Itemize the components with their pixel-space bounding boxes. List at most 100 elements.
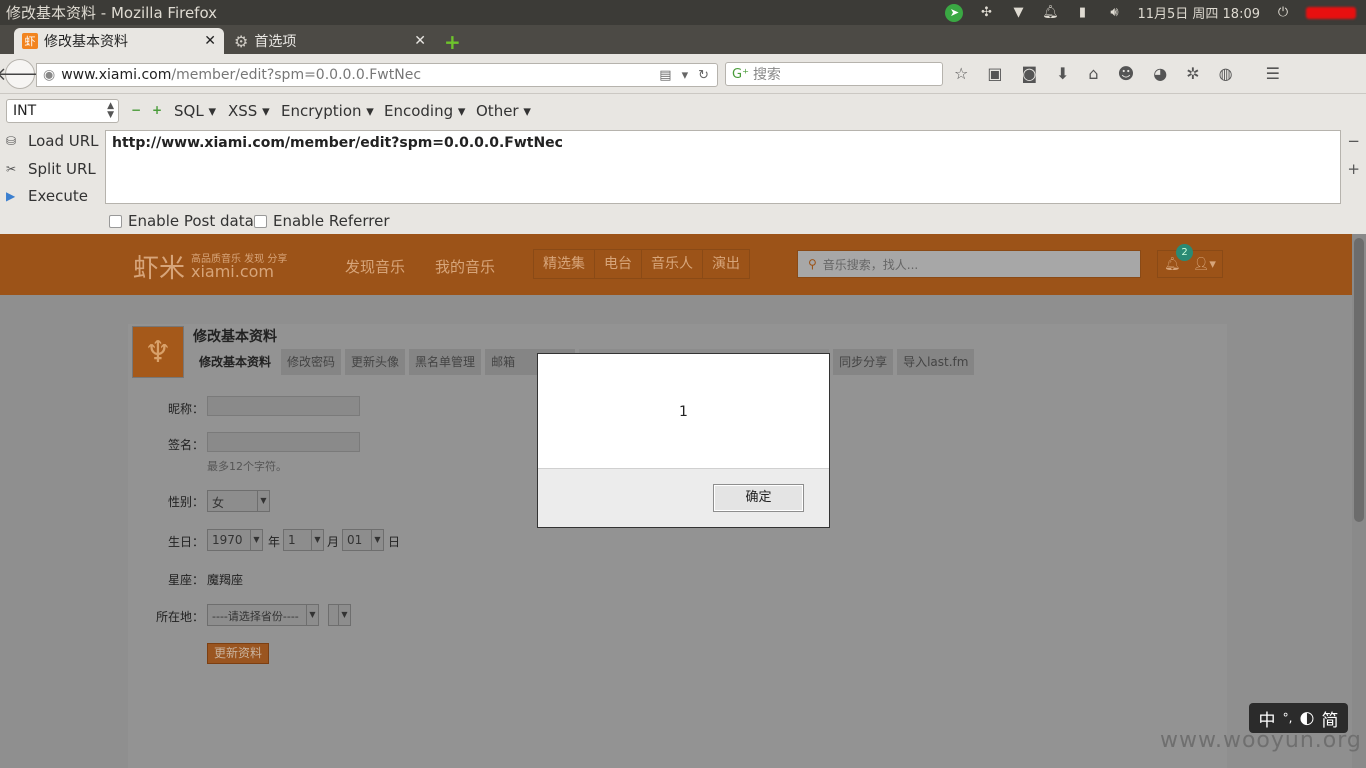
hackbar-panel: INT ▲ ▼ − + SQL ▾ XSS ▾ Encryption ▾ Enco… xyxy=(0,94,1366,234)
nickname-input[interactable] xyxy=(207,396,360,416)
menu-sql[interactable]: SQL ▾ xyxy=(174,102,216,120)
tab-blacklist[interactable]: 黑名单管理 xyxy=(409,349,482,375)
birth-year-select[interactable]: 1970 ▼ xyxy=(207,529,263,551)
site-identity-icon[interactable]: ◉ xyxy=(43,67,55,83)
search-bar[interactable]: G⁺ 搜索 xyxy=(725,62,943,86)
reading-list-icon[interactable]: ▣ xyxy=(987,64,1002,83)
dropdown-arrow-icon: ▼ xyxy=(371,530,383,550)
new-tab-icon[interactable]: + xyxy=(444,30,461,54)
gender-select[interactable]: 女 ▼ xyxy=(207,490,270,512)
alert-footer: 确定 xyxy=(538,468,829,527)
close-tab-icon[interactable]: ✕ xyxy=(204,33,216,49)
enable-referrer-checkbox[interactable]: Enable Referrer xyxy=(254,212,389,230)
addon-bug-icon[interactable]: ✲ xyxy=(1186,64,1199,83)
tab-label: 修改基本资料 xyxy=(44,34,128,50)
alert-message: 1 xyxy=(679,404,688,420)
wifi-icon[interactable]: ▼ xyxy=(1009,4,1027,22)
bookmark-star-icon[interactable]: ☆ xyxy=(954,64,968,83)
toolbar-icons: ☆ ▣ ◙ ⬇ ⌂ ☻ ◕ ✲ ◍ ☰ xyxy=(954,64,1280,83)
checkbox-box[interactable] xyxy=(109,214,122,228)
tab-import-lastfm[interactable]: 导入last.fm xyxy=(897,349,975,375)
birth-day-select[interactable]: 01 ▼ xyxy=(342,529,384,551)
power-icon[interactable]: ⏻ xyxy=(1274,4,1292,22)
tab-profile-edit[interactable]: 虾 修改基本资料 ✕ xyxy=(14,28,224,54)
back-button[interactable]: 🡐 xyxy=(0,59,44,89)
load-url-button[interactable]: ⛁ Load URL xyxy=(6,132,99,150)
ime-simplified[interactable]: 简 xyxy=(1321,706,1338,731)
tab-preferences[interactable]: ⚙ 首选项 ✕ xyxy=(226,28,434,54)
enable-post-checkbox[interactable]: Enable Post data xyxy=(109,212,254,230)
menu-xss[interactable]: XSS ▾ xyxy=(228,102,270,120)
site-tab-collections[interactable]: 精选集 xyxy=(534,250,595,278)
chat-icon[interactable]: ☻ xyxy=(1118,64,1135,83)
plus-icon[interactable]: + xyxy=(152,103,162,117)
search-icon: ⚲ xyxy=(808,257,817,271)
ime-punct-icon[interactable]: °, xyxy=(1283,711,1293,725)
menu-encryption[interactable]: Encryption ▾ xyxy=(281,102,374,120)
expand-icon[interactable]: + xyxy=(1347,160,1360,178)
checkbox-box[interactable] xyxy=(254,214,267,228)
ime-language[interactable]: 中 xyxy=(1259,706,1276,731)
minus-icon[interactable]: − xyxy=(131,103,141,117)
execute-button[interactable]: ▶ Execute xyxy=(6,187,88,205)
addon-globe-icon[interactable]: ◍ xyxy=(1219,64,1233,83)
spinner-icon[interactable]: ▲ ▼ xyxy=(107,102,114,120)
menu-encoding[interactable]: Encoding ▾ xyxy=(384,102,465,120)
tab-change-password[interactable]: 修改密码 xyxy=(281,349,342,375)
year-unit: 年 xyxy=(268,535,281,549)
dropdown-arrow-icon: ▼ xyxy=(257,491,269,511)
site-tab-radio[interactable]: 电台 xyxy=(595,250,642,278)
clock[interactable]: 11月5日 周四 18:09 xyxy=(1137,3,1260,22)
url-bar[interactable]: ◉ www.xiami.com /member/edit?spm=0.0.0.0… xyxy=(36,63,718,87)
site-logo[interactable]: 虾米 高品质音乐 发现 分享 xiami.com xyxy=(133,248,287,285)
pocket-icon[interactable]: ◙ xyxy=(1021,64,1037,83)
tab-basic-info[interactable]: 修改基本资料 xyxy=(193,349,278,375)
city-select[interactable]: ▼ xyxy=(328,604,351,626)
ok-button[interactable]: 确定 xyxy=(713,484,804,512)
dropdown-arrow-icon[interactable]: ▾ xyxy=(682,68,689,83)
tab-update-avatar[interactable]: 更新头像 xyxy=(345,349,406,375)
redacted-username xyxy=(1306,6,1356,19)
month-unit: 月 xyxy=(327,535,340,549)
type-select[interactable]: INT ▲ ▼ xyxy=(6,99,119,123)
reload-icon[interactable]: ↻ xyxy=(698,68,709,83)
addon-monkey-icon[interactable]: ◕ xyxy=(1153,64,1167,83)
user-icon[interactable]: 👤︎▾ xyxy=(1193,257,1216,272)
home-icon[interactable]: ⌂ xyxy=(1088,64,1098,83)
downloads-icon[interactable]: ⬇ xyxy=(1056,64,1069,83)
network-tool-icon[interactable]: ✣ xyxy=(977,4,995,22)
notification-badge: 2 xyxy=(1176,244,1193,261)
telegram-icon[interactable]: ➤ xyxy=(945,3,964,22)
nav-discover[interactable]: 发现音乐 xyxy=(345,256,405,277)
split-url-button[interactable]: ✂ Split URL xyxy=(6,160,96,178)
signature-input[interactable] xyxy=(207,432,360,452)
site-tab-artists[interactable]: 音乐人 xyxy=(642,250,703,278)
hackbar-url-textarea[interactable]: http://www.xiami.com/member/edit?spm=0.0… xyxy=(105,130,1341,204)
volume-icon[interactable]: 🔊︎ xyxy=(1105,4,1123,22)
ime-halfwidth-icon[interactable]: ◐ xyxy=(1300,708,1315,728)
notification-bell-icon[interactable]: 🔔︎ xyxy=(1041,4,1059,22)
menu-hamburger-icon[interactable]: ☰ xyxy=(1266,64,1280,83)
signature-label: 签名： xyxy=(167,438,204,452)
tab-sync-share[interactable]: 同步分享 xyxy=(833,349,894,375)
url-path: /member/edit?spm=0.0.0.0.FwtNec xyxy=(171,67,422,83)
dropdown-arrow-icon: ▼ xyxy=(338,605,350,625)
birth-month-select[interactable]: 1 ▼ xyxy=(283,529,324,551)
site-search-input[interactable]: ⚲ 音乐搜索，找人... xyxy=(797,250,1141,278)
site-tab-shows[interactable]: 演出 xyxy=(703,250,749,278)
watermark: www.wooyun.org xyxy=(1160,728,1362,753)
reader-view-icon[interactable]: ▤ xyxy=(659,68,671,83)
province-select[interactable]: ----请选择省份---- ▼ xyxy=(207,604,319,626)
search-engine-icon[interactable]: G⁺ xyxy=(732,67,749,82)
close-tab-icon[interactable]: ✕ xyxy=(414,33,426,49)
shrink-icon[interactable]: − xyxy=(1347,132,1360,150)
scrollbar-thumb[interactable] xyxy=(1354,238,1364,522)
battery-icon[interactable]: ▮ xyxy=(1073,4,1091,22)
zodiac-value: 魔羯座 xyxy=(207,573,244,587)
nickname-label: 昵称： xyxy=(167,402,204,416)
signature-hint: 最多12个字符。 xyxy=(207,460,287,473)
update-profile-button[interactable]: 更新资料 xyxy=(207,643,269,664)
menu-other[interactable]: Other ▾ xyxy=(476,102,531,120)
os-top-bar: 修改基本资料 - Mozilla Firefox ➤ ✣ ▼ 🔔︎ ▮ 🔊︎ 1… xyxy=(0,0,1366,25)
nav-my-music[interactable]: 我的音乐 xyxy=(435,256,495,277)
